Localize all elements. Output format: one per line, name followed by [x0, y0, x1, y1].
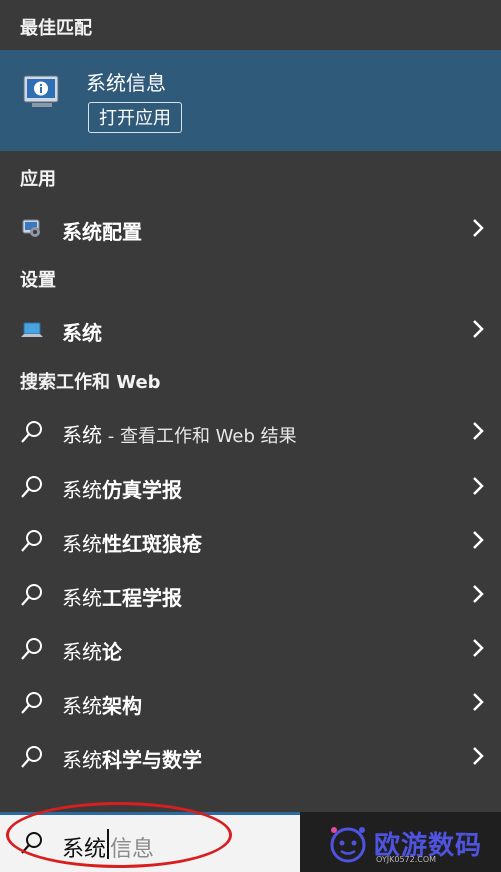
web-result-label: 系统 - 查看工作和 Web 结果: [62, 423, 297, 447]
chevron-right-icon[interactable]: [471, 421, 485, 441]
chevron-right-icon[interactable]: [471, 476, 485, 496]
best-match-item[interactable]: [0, 50, 501, 151]
web-result-item[interactable]: 系统架构: [0, 678, 501, 728]
web-result-item[interactable]: 系统科学与数学: [0, 732, 501, 782]
watermark-url: OYJK0572.COM: [376, 855, 437, 864]
web-result-label: 系统架构: [62, 694, 142, 718]
web-result-label: 系统论: [62, 640, 122, 664]
web-result-label: 系统性红斑狼疮: [62, 532, 202, 556]
search-icon: [21, 421, 42, 443]
web-result-item[interactable]: 系统工程学报: [0, 570, 501, 620]
search-icon: [21, 746, 42, 768]
web-result-item[interactable]: 系统 - 查看工作和 Web 结果: [0, 407, 501, 457]
web-result-label: 系统科学与数学: [62, 748, 202, 772]
settings-item-label: 系统: [62, 321, 102, 345]
app-item-system-config[interactable]: 系统配置: [0, 204, 501, 254]
web-result-label: 系统仿真学报: [62, 478, 182, 502]
laptop-settings-icon: [21, 322, 43, 337]
web-result-item[interactable]: 系统论: [0, 624, 501, 674]
chevron-right-icon[interactable]: [471, 530, 485, 550]
site-watermark: 欧游数码 OYJK0572.COM: [320, 815, 501, 872]
search-icon: [21, 530, 42, 552]
chevron-right-icon[interactable]: [471, 218, 485, 238]
open-app-button[interactable]: 打开应用: [88, 102, 182, 133]
settings-item-system[interactable]: 系统: [0, 305, 501, 355]
chevron-right-icon[interactable]: [471, 692, 485, 712]
search-icon: [21, 638, 42, 660]
web-result-item[interactable]: 系统性红斑狼疮: [0, 516, 501, 566]
search-icon: [21, 584, 42, 606]
highlight-annotation: [6, 802, 232, 868]
system-config-icon: [22, 219, 40, 237]
watermark-logo-icon: [330, 827, 366, 863]
apps-header: 应用: [20, 169, 56, 190]
chevron-right-icon[interactable]: [471, 584, 485, 604]
search-icon: [21, 476, 42, 498]
web-result-label: 系统工程学报: [62, 586, 182, 610]
settings-header: 设置: [20, 270, 56, 291]
chevron-right-icon[interactable]: [471, 319, 485, 339]
start-search-panel: 最佳匹配 系统信息 打开应用 应用 系统配置 设置 系统 搜索工作和 Web 系…: [0, 0, 501, 812]
web-result-item[interactable]: 系统仿真学报: [0, 462, 501, 512]
best-match-title[interactable]: 系统信息: [86, 67, 166, 96]
chevron-right-icon[interactable]: [471, 746, 485, 766]
web-search-header: 搜索工作和 Web: [20, 372, 161, 393]
chevron-right-icon[interactable]: [471, 638, 485, 658]
system-info-icon: [23, 75, 59, 107]
app-item-label: 系统配置: [62, 220, 142, 244]
best-match-header: 最佳匹配: [20, 18, 92, 39]
search-icon: [21, 692, 42, 714]
